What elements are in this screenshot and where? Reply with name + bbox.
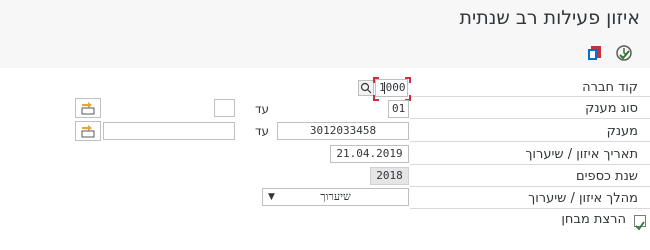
- fiscal-year-label: שנת כספים: [575, 169, 638, 184]
- company-code-input[interactable]: 1000: [375, 79, 408, 97]
- company-code-label: קוד חברה: [582, 80, 638, 95]
- variant-copy-icon[interactable]: [584, 43, 604, 63]
- row-divider: [410, 186, 650, 187]
- beneficiary-to-label: עד: [255, 124, 270, 138]
- beneficiary-label: מענק: [606, 124, 638, 139]
- test-run-checkbox[interactable]: [634, 215, 646, 231]
- application-toolbar: [0, 38, 650, 69]
- beneficiary-multiselect-button[interactable]: [75, 121, 101, 141]
- beneficiary-type-to-label: עד: [255, 102, 270, 116]
- focus-corner: [373, 77, 379, 83]
- row-divider: [410, 96, 650, 97]
- checkmark-icon: [635, 221, 645, 231]
- beneficiary-type-from-input[interactable]: 01: [388, 100, 409, 118]
- focus-corner: [373, 95, 379, 101]
- beneficiary-type-multiselect-button[interactable]: [75, 98, 101, 118]
- fiscal-year-field: 2018: [370, 167, 409, 185]
- balance-date-input[interactable]: 21.04.2019: [330, 145, 409, 163]
- beneficiary-type-label: סוג מענק: [585, 101, 638, 116]
- execute-clock-icon[interactable]: [614, 43, 634, 63]
- row-divider: [410, 164, 650, 165]
- process-select[interactable]: שיערוך ▼: [262, 188, 409, 206]
- page-title: איזון פעילות רב שנתית: [459, 7, 640, 29]
- text-caret: [384, 82, 385, 94]
- beneficiary-to-input[interactable]: [103, 122, 235, 140]
- row-divider: [410, 118, 650, 119]
- process-selected-value: שיערוך: [320, 190, 351, 203]
- title-bar: איזון פעילות רב שנתית: [0, 0, 650, 38]
- chevron-down-icon: ▼: [268, 192, 275, 202]
- beneficiary-from-input[interactable]: 3012033458: [277, 122, 409, 140]
- beneficiary-type-to-input[interactable]: [214, 99, 235, 117]
- selection-screen: קוד חברה 1000 סוג מענק 01 עד מענק 301203…: [0, 68, 650, 250]
- focus-corner: [405, 77, 411, 83]
- row-divider: [410, 208, 650, 209]
- test-run-label: הרצת מבחן: [561, 212, 626, 227]
- balance-date-label: תאריך איזון / שיערוך: [525, 147, 638, 162]
- process-label: מהלך איזון / שיערוך: [528, 191, 638, 206]
- search-help-icon[interactable]: [358, 80, 374, 96]
- row-divider: [410, 141, 650, 142]
